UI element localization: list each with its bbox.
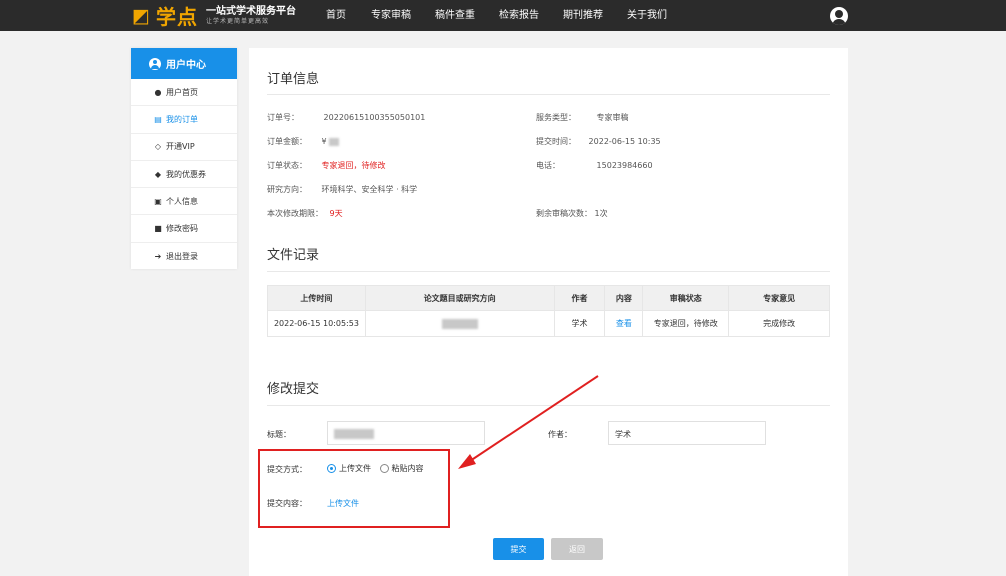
annotation-arrow-icon	[458, 375, 599, 469]
back-button[interactable]: 返回	[551, 538, 603, 560]
submit-button[interactable]: 提交	[493, 538, 544, 560]
